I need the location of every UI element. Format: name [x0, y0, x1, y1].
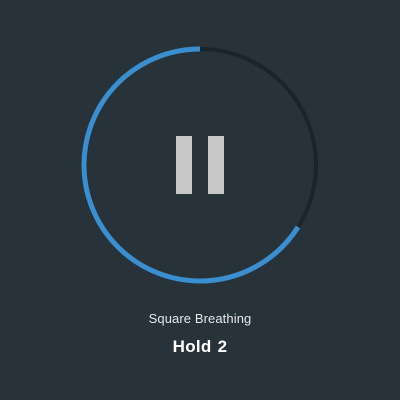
breathing-exercise-screen: Square Breathing Hold 2: [0, 0, 400, 400]
pause-button[interactable]: [140, 105, 260, 225]
exercise-title: Square Breathing: [148, 311, 252, 326]
phase-label: Hold: [172, 337, 212, 356]
phase-status: Hold 2: [0, 337, 400, 357]
pause-icon-left-bar: [176, 136, 192, 194]
pause-icon-right-bar: [208, 136, 224, 194]
phase-countdown: 2: [217, 337, 228, 356]
progress-ring: [80, 45, 320, 285]
pause-icon: [176, 136, 224, 194]
